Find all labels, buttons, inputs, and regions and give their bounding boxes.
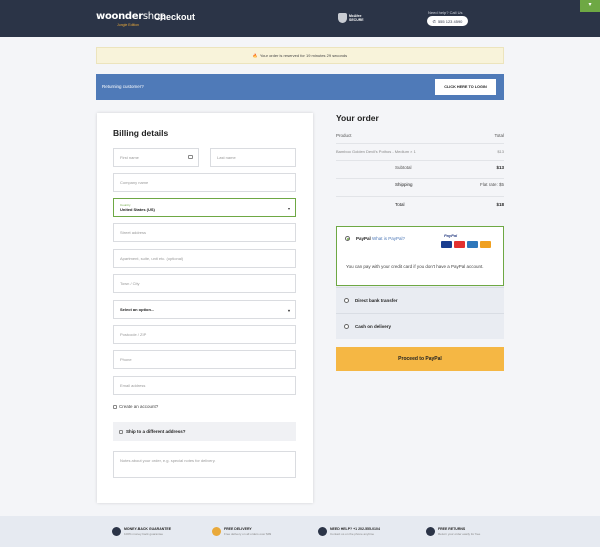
mastercard-icon (454, 241, 465, 248)
visa-icon (441, 241, 452, 248)
discover-icon (480, 241, 491, 248)
returning-customer-bar: Returning customer? CLICK HERE TO LOGIN (96, 74, 504, 100)
email-field[interactable]: Email address (113, 376, 296, 395)
footer-features: MONEY-BACK GUARANTEE 100% money back guar… (0, 516, 600, 547)
create-account-checkbox[interactable]: Create an account? (113, 404, 158, 409)
company-field[interactable]: Company name (113, 173, 296, 192)
feature-money-back: MONEY-BACK GUARANTEE 100% money back guar… (112, 527, 171, 536)
phone-button[interactable]: ✆ 555 123 4590 (427, 16, 468, 26)
paypal-description: You can pay with your credit card if you… (346, 264, 484, 269)
chevron-down-icon[interactable]: ▾ (580, 0, 600, 12)
returning-label: Returning customer? (102, 84, 144, 89)
billing-card: Billing details First name Last name Com… (97, 113, 313, 503)
state-select[interactable]: Select an option... ▾ (113, 300, 296, 319)
site-header: woondershop Jungle Edition Checkout McAf… (0, 0, 600, 37)
phone-field[interactable]: Phone (113, 350, 296, 369)
feature-need-help: NEED HELP? +1 202-555-0104 Contact us on … (318, 527, 380, 536)
help-text: Need help? Call Us (428, 10, 463, 15)
payment-methods: PayPal What is PayPal? PayPal You can pa… (336, 226, 504, 339)
ship-different-checkbox[interactable]: Ship to a different address? (113, 422, 296, 441)
street-field[interactable]: Street address (113, 223, 296, 242)
chevron-down-icon: ▾ (287, 206, 290, 211)
what-is-paypal-link[interactable]: What is PayPal? (372, 236, 405, 241)
shield-icon (338, 13, 347, 23)
phone-icon (318, 527, 327, 536)
paypal-logo: PayPal (444, 233, 458, 238)
apartment-field[interactable]: Apartment, suite, unit etc. (optional) (113, 249, 296, 268)
country-select[interactable]: Country United States (US) ▾ (113, 198, 296, 217)
card-logos: PayPal (439, 233, 495, 251)
order-item-row: Bamboo Golden Devil's Pothos - Medium × … (336, 149, 504, 161)
box-icon (212, 527, 221, 536)
secure-badge: McAfee SECURE (338, 13, 364, 23)
cash-on-delivery-option[interactable]: Cash on delivery (336, 313, 504, 339)
postcode-field[interactable]: Postcode / ZIP (113, 325, 296, 344)
subtotal-row: Subtotal $13 (336, 165, 504, 179)
order-title: Your order (336, 113, 379, 123)
money-icon (112, 527, 121, 536)
reservation-notice: 🔥 Your order is reserved for 19 minutes … (96, 47, 504, 64)
radio-unselected[interactable] (344, 324, 349, 329)
order-notes-field[interactable]: Notes about your order, e.g. special not… (113, 451, 296, 478)
checkbox-icon (119, 429, 123, 434)
refresh-icon (426, 527, 435, 536)
feature-free-delivery: FREE DELIVERY Free delivery on all orders… (212, 527, 271, 536)
fire-icon: 🔥 (252, 53, 258, 58)
amex-icon (467, 241, 478, 248)
checkbox-icon (113, 404, 117, 409)
bank-transfer-option[interactable]: Direct bank transfer (336, 287, 504, 313)
radio-selected[interactable] (345, 236, 350, 241)
town-field[interactable]: Town / City (113, 274, 296, 293)
last-name-field[interactable]: Last name (210, 148, 296, 167)
order-header-row: Product Total (336, 133, 504, 144)
phone-icon: ✆ (432, 18, 436, 24)
page-title: Checkout (154, 12, 196, 22)
first-name-field[interactable]: First name (113, 148, 199, 167)
total-row: Total $18 (395, 202, 504, 207)
proceed-to-paypal-button[interactable]: Proceed to PayPal (336, 347, 504, 371)
logo-subtitle: Jungle Edition (117, 23, 139, 27)
autofill-icon (188, 155, 193, 159)
login-button[interactable]: CLICK HERE TO LOGIN (435, 79, 496, 95)
billing-title: Billing details (113, 128, 169, 138)
paypal-option[interactable]: PayPal What is PayPal? PayPal You can pa… (336, 226, 504, 286)
shipping-row: Shipping Flat rate: $5 (336, 182, 504, 197)
radio-unselected[interactable] (344, 298, 349, 303)
chevron-down-icon: ▾ (287, 308, 290, 313)
feature-free-returns: FREE RETURNS Return your order easily for… (426, 527, 480, 536)
